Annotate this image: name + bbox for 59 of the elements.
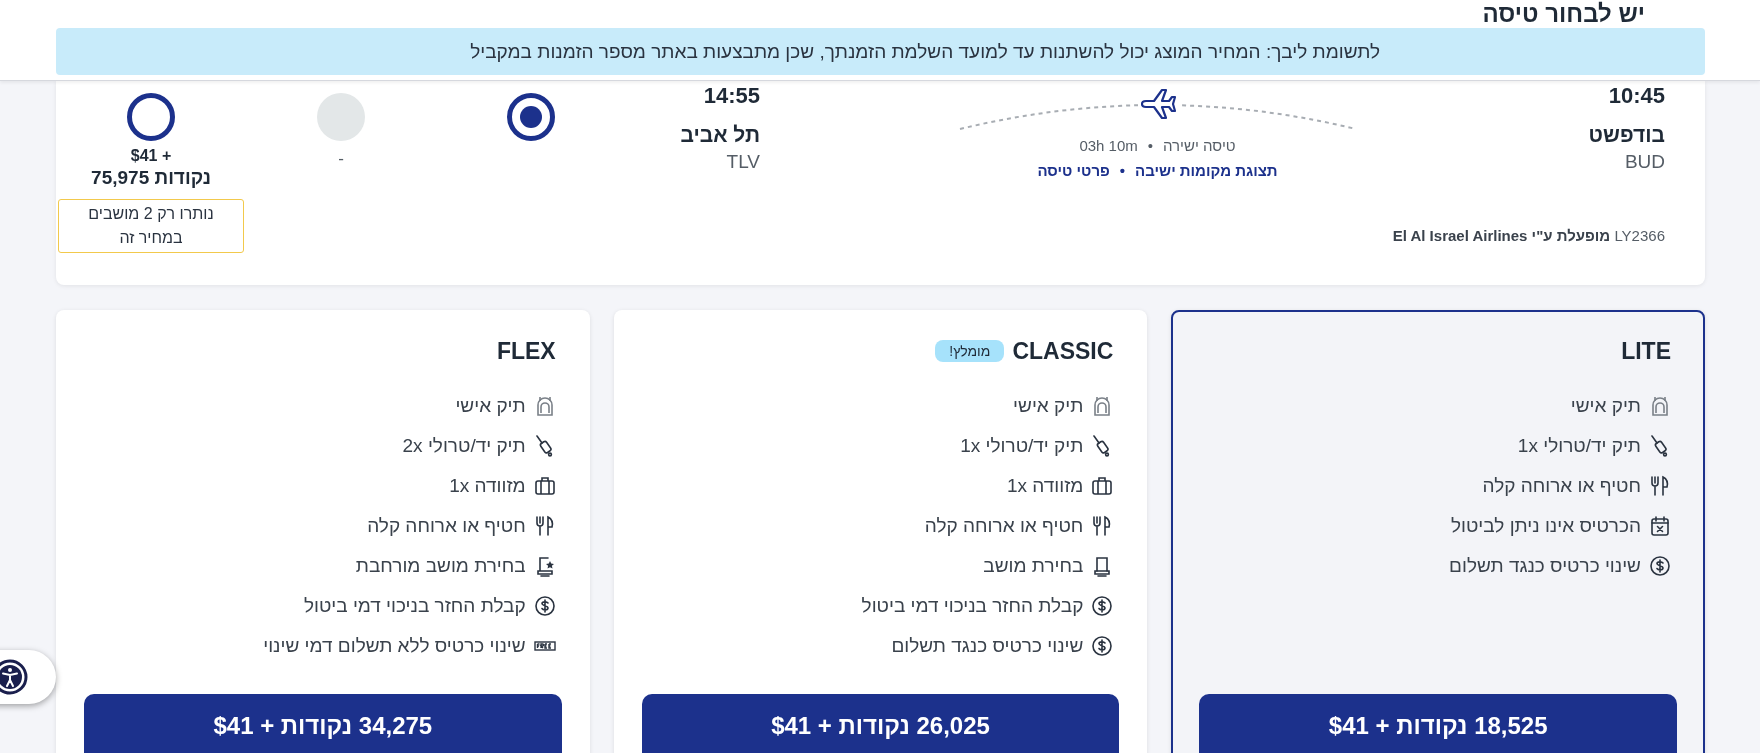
feature-text: קבלת החזר בניכוי דמי ביטול bbox=[303, 595, 526, 617]
fare-points: נקודות 75,975 bbox=[91, 167, 211, 189]
dollar-icon bbox=[1091, 595, 1114, 617]
feature-text: תיק יד/טרולי 2x bbox=[402, 435, 526, 457]
fare-name: LITE bbox=[1621, 337, 1671, 365]
feature-text: בחירת מושב bbox=[983, 555, 1084, 577]
flight-link[interactable]: תצוגת מקומות ישיבה bbox=[1135, 162, 1278, 179]
feature-text: שינוי כרטיס ללא תשלום דמי שינוי bbox=[263, 635, 526, 657]
arrival-code: TLV bbox=[726, 151, 760, 173]
suitcase-icon bbox=[533, 475, 556, 497]
feature-text: תיק אישי bbox=[1013, 395, 1084, 417]
recommended-badge: מומלץ! bbox=[935, 340, 1005, 362]
flight-link[interactable]: פרטי טיסה bbox=[1037, 162, 1110, 179]
feature-text: תיק יד/טרולי 1x bbox=[1517, 435, 1641, 457]
flight-duration: 03h 10m bbox=[1079, 137, 1138, 154]
fare-radio[interactable] bbox=[127, 93, 175, 141]
dollar-icon bbox=[533, 595, 556, 617]
arrival-time: 14:55 bbox=[703, 83, 760, 109]
suitcase-icon bbox=[1091, 475, 1114, 497]
feature-text: מזוודה 1x bbox=[1006, 475, 1084, 497]
feature-text: שינוי כרטיס כנגד תשלום bbox=[891, 635, 1084, 657]
feature-text: חטיף או ארוחה קלה bbox=[924, 515, 1084, 537]
notice-banner: לתשומת ליבך: המחיר המוצג יכול להשתנות עד למועד השלמת הזמנתך, שכן מתבצעות באתר מספר הזמנות במקביל bbox=[56, 28, 1705, 75]
page-title: יש לבחור טיסה bbox=[1481, 0, 1646, 27]
feature-text: תיק אישי bbox=[1570, 395, 1641, 417]
fare-name: CLASSIC bbox=[1012, 337, 1114, 365]
departure-time: 10:45 bbox=[1608, 83, 1665, 109]
separator-dot: • bbox=[1147, 137, 1154, 154]
separator-dot: • bbox=[1119, 162, 1126, 179]
feature-text: שינוי כרטיס כנגד תשלום bbox=[1449, 555, 1641, 577]
fare-radio[interactable] bbox=[507, 93, 555, 141]
fare-name: FLEX bbox=[496, 337, 556, 365]
feature-text: תיק יד/טרולי 1x bbox=[960, 435, 1084, 457]
feature-text: תיק אישי bbox=[455, 395, 526, 417]
departure-city: בודפשט bbox=[1588, 123, 1665, 147]
arrival-city: תל אביב bbox=[680, 123, 760, 147]
select-fare-button[interactable]: 18,525 נקודות + $41 bbox=[1199, 694, 1677, 753]
fare-price: + $41 bbox=[130, 147, 172, 165]
select-fare-button[interactable]: 34,275 נקודות + $41 bbox=[84, 694, 562, 753]
seats-warning: נותרו רק 2 מושבים במחיר זה bbox=[58, 199, 244, 253]
feature-text: בחירת מושב מורחבת bbox=[355, 555, 526, 577]
select-fare-button[interactable]: 26,025 נקודות + $41 bbox=[641, 694, 1120, 753]
fare-radio[interactable] bbox=[317, 93, 365, 141]
feature-text: מזוודה 1x bbox=[449, 475, 526, 497]
feature-text: חטיף או ארוחה קלה bbox=[367, 515, 526, 537]
calendar-x-icon bbox=[1649, 515, 1671, 537]
dollar-icon bbox=[1091, 635, 1114, 657]
feature-text: חטיף או ארוחה קלה bbox=[1482, 475, 1641, 497]
accessibility-icon bbox=[0, 659, 28, 695]
feature-text: קבלת החזר בניכוי דמי ביטול bbox=[861, 595, 1084, 617]
dollar-icon bbox=[1649, 555, 1671, 577]
fork-knife-icon bbox=[1649, 475, 1671, 497]
departure-code: BUD bbox=[1624, 151, 1665, 173]
fork-knife-icon bbox=[533, 515, 556, 537]
accessibility-button[interactable] bbox=[0, 650, 56, 704]
backpack-icon bbox=[1649, 395, 1671, 417]
fare-price: - bbox=[338, 149, 344, 169]
feature-text: הכרטיס אינו ניתן לביטול bbox=[1450, 515, 1641, 537]
flight-type: טיסה ישירה bbox=[1163, 137, 1236, 154]
